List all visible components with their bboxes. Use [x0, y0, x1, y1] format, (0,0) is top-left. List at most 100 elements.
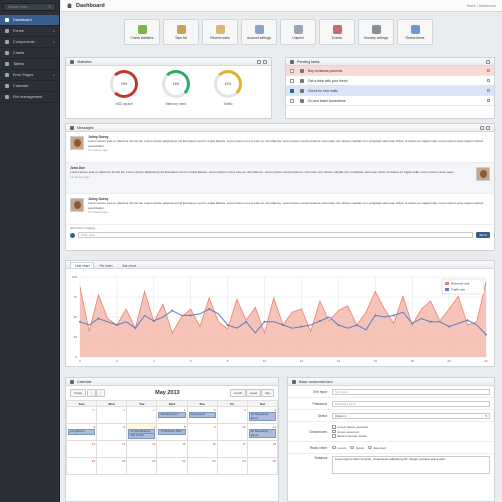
task-item[interactable]: Check for new mails [286, 86, 494, 96]
radio-option[interactable]: Lorem [332, 445, 346, 450]
next-month-button[interactable]: › [95, 389, 105, 397]
checkbox[interactable] [332, 429, 336, 434]
task-action-icon[interactable] [487, 89, 490, 92]
checkbox[interactable] [332, 425, 336, 429]
search-icon[interactable]: ⚲ [48, 4, 51, 11]
task-action-icon[interactable] [487, 69, 490, 72]
task-checkbox[interactable] [290, 98, 294, 103]
toolbar-button-check-statistics[interactable]: Check statistics [124, 19, 160, 45]
calendar-day[interactable]: 4 4p Repeating Event [246, 406, 279, 424]
calendar-day[interactable]: 22 [156, 457, 188, 475]
view-month-button[interactable]: month [229, 389, 247, 397]
radio-option[interactable]: Eiusmod [368, 445, 386, 450]
sidebar-item-forms[interactable]: Forms ▸ [0, 26, 59, 37]
task-action-icon[interactable] [487, 79, 490, 82]
toolbar-button-recent-notes[interactable]: Recent notes [202, 19, 238, 45]
toolbar-button-uniprint[interactable]: Uniprint [280, 19, 316, 45]
calendar-day[interactable]: 18 [246, 440, 279, 458]
sidebar-item-error-pages[interactable]: Error Pages ▸ [0, 70, 59, 81]
textarea[interactable]: Lorem ipsum dolor sit amet, consectetur … [332, 456, 490, 474]
checkbox-option[interactable]: Eiusmod lorem ipsum [332, 434, 368, 439]
calendar-day[interactable]: 21 [126, 457, 158, 475]
radio[interactable] [332, 445, 336, 450]
calendar-day[interactable]: 17 [216, 440, 248, 458]
calendar-day[interactable]: 5 Long Event [65, 423, 98, 441]
sidebar-item-tables[interactable]: Tables [0, 59, 59, 70]
calendar-event[interactable]: Long Event [188, 412, 216, 418]
checkbox[interactable] [332, 434, 336, 438]
task-item[interactable]: Go and travel somewhere [286, 96, 494, 106]
sidebar-item-components[interactable]: Components ▸ [0, 37, 59, 48]
password-input[interactable]: Password input [332, 400, 490, 407]
task-checkbox[interactable] [290, 88, 294, 93]
radio[interactable] [350, 445, 354, 450]
search-input[interactable]: Search here... ⚲ [3, 3, 56, 11]
attach-icon[interactable] [70, 232, 75, 238]
task-action-icon[interactable] [487, 99, 490, 102]
calendar-event[interactable]: 4p Repeating Event [248, 412, 276, 422]
settings-icon[interactable] [486, 125, 490, 130]
calendar-day[interactable]: 16 [186, 440, 218, 458]
task-item[interactable]: Get a drink with your friend [286, 76, 494, 86]
sidebar-item-charts[interactable]: Charts [0, 48, 59, 59]
calendar-day[interactable]: 24 [216, 457, 248, 475]
calendar-day[interactable]: 7 10:30a Meeting 12p Lunch [126, 423, 158, 441]
settings-icon[interactable] [263, 59, 267, 64]
message-input[interactable]: Write here... [78, 232, 473, 238]
calendar-day[interactable]: 28 [65, 406, 98, 424]
sidebar-item-calendar[interactable]: Calendar [0, 81, 59, 92]
data-point [171, 309, 174, 312]
toolbar-button-events[interactable]: Events [319, 19, 355, 45]
refresh-icon[interactable] [480, 125, 484, 130]
calendar-day[interactable]: 6 [96, 423, 128, 441]
task-item[interactable]: Buy christmas presents [286, 66, 494, 76]
calendar-day[interactable]: 23 [186, 457, 218, 475]
calendar-day[interactable]: 8 7p Birthday Party [156, 423, 188, 441]
calendar-event[interactable]: 7p Birthday Party [158, 429, 186, 435]
calendar-day[interactable]: 9 [186, 423, 218, 441]
view-week-button[interactable]: week [246, 389, 262, 397]
calendar-day[interactable]: 3 [216, 406, 248, 424]
calendar-day[interactable]: 13 [96, 440, 128, 458]
toolbar-button-take-list[interactable]: Take list [163, 19, 199, 45]
task-checkbox[interactable] [290, 68, 294, 73]
sidebar-item-dashboard[interactable]: Dashboard [0, 15, 59, 26]
view-day-button[interactable]: day [261, 389, 274, 397]
calendar-day[interactable]: 25 [246, 457, 279, 475]
calendar-day[interactable]: 2 Long Event [186, 406, 218, 424]
calendar-day[interactable]: 29 [96, 406, 128, 424]
calendar-event[interactable]: All Day Event [158, 412, 186, 418]
tab-pie-chart[interactable]: Pie chart [94, 262, 117, 268]
calendar-day[interactable]: 12 [65, 440, 98, 458]
calendar-day[interactable]: 11 4p Repeating Event [246, 423, 279, 441]
calendar-day[interactable]: 30 [126, 406, 158, 424]
calendar-day[interactable]: 10 [216, 423, 248, 441]
calendar-event[interactable]: 12p Lunch [128, 433, 156, 439]
today-button[interactable]: Today [70, 389, 87, 397]
sidebar-item-label: Dashboard [13, 18, 32, 22]
radio[interactable] [368, 445, 372, 450]
toolbar-button-security-settings[interactable]: Security settings [358, 19, 394, 45]
add-icon[interactable] [486, 59, 490, 64]
breadcrumb[interactable]: Home / Dashboard [467, 4, 496, 8]
calendar-day[interactable]: 14 [126, 440, 158, 458]
toolbar-label: Uniprint [292, 35, 304, 40]
tab-line-chart[interactable]: Line chart [70, 262, 95, 268]
calendar-day[interactable]: 19 [65, 457, 98, 475]
sidebar-item-file-management[interactable]: File management [0, 92, 59, 103]
send-button[interactable]: Send [476, 232, 490, 238]
calendar-day[interactable]: 20 [96, 457, 128, 475]
calendar-event[interactable]: Long Event [68, 429, 96, 435]
tab-bar-chart[interactable]: Bar chart [118, 262, 141, 268]
task-checkbox[interactable] [290, 78, 294, 83]
calendar-day[interactable]: 15 [156, 440, 188, 458]
text-input[interactable]: Text input [332, 388, 490, 395]
calendar-event[interactable]: 4p Repeating Event [248, 429, 276, 439]
calendar-day[interactable]: 1 All Day Event [156, 406, 188, 424]
select-dropdown[interactable]: Option 1 ▾ [332, 412, 490, 419]
print-icon[interactable] [257, 59, 261, 64]
prev-month-button[interactable]: ‹ [86, 389, 96, 397]
toolbar-button-account-settings[interactable]: Account settings [241, 19, 277, 45]
toolbar-button-revise-items[interactable]: Revise items [397, 19, 433, 45]
radio-option[interactable]: Ipsum [350, 445, 364, 450]
